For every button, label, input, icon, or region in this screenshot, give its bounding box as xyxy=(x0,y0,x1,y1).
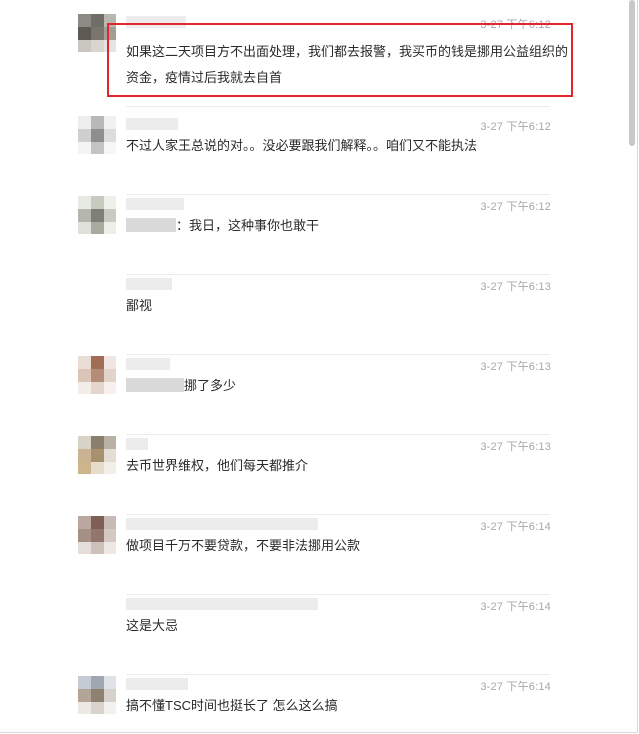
comment-item: 3-27 下午6:13 鄙视 xyxy=(0,276,627,356)
divider xyxy=(126,594,550,595)
username-redacted xyxy=(126,678,188,690)
comment-item: 3-27 下午6:14 这是大忌 xyxy=(0,596,627,676)
username-redacted xyxy=(126,518,318,530)
avatar[interactable] xyxy=(78,436,116,474)
comment-text: 做项目千万不要贷款，不要非法挪用公款 xyxy=(126,538,361,553)
timestamp: 3-27 下午6:13 xyxy=(480,441,551,453)
avatar[interactable] xyxy=(78,516,116,554)
mention-redacted xyxy=(126,218,176,232)
comment-item: 3-27 下午6:14 搞不懂TSC时间也挺长了 怎么这么搞 xyxy=(0,676,627,732)
divider xyxy=(126,354,550,355)
comment-item: 3-27 下午6:12 不过人家王总说的对。。没必要跟我们解释。。咱们又不能执法 xyxy=(0,116,627,196)
comment-text-row: 挪了多少 xyxy=(126,375,236,397)
timestamp: 3-27 下午6:12 xyxy=(480,201,551,213)
timestamp: 3-27 下午6:14 xyxy=(480,601,551,613)
timestamp: 3-27 下午6:14 xyxy=(480,681,551,693)
avatar[interactable] xyxy=(78,116,116,154)
mention-redacted xyxy=(126,378,184,392)
comment-item: 3-27 下午6:13 去币世界维权，他们每天都推介 xyxy=(0,436,627,516)
comment-text-row: ：我日，这种事你也敢干 xyxy=(126,215,319,237)
avatar[interactable] xyxy=(78,196,116,234)
comment-item: 3-27 下午6:14 做项目千万不要贷款，不要非法挪用公款 xyxy=(0,516,627,596)
comment-item: 3-27 下午6:12 ：我日，这种事你也敢干 xyxy=(0,196,627,276)
username-redacted xyxy=(126,438,148,450)
comment-text: ：我日，这种事你也敢干 xyxy=(176,218,320,233)
username-redacted xyxy=(126,198,184,210)
vertical-scrollbar[interactable] xyxy=(627,0,637,732)
divider xyxy=(126,106,550,107)
avatar[interactable] xyxy=(78,676,116,714)
timestamp: 3-27 下午6:13 xyxy=(480,361,551,373)
comment-text: 不过人家王总说的对。。没必要跟我们解释。。咱们又不能执法 xyxy=(126,138,478,153)
comment-text: 挪了多少 xyxy=(184,378,237,393)
username-redacted xyxy=(126,358,170,370)
comment-text: 去币世界维权，他们每天都推介 xyxy=(126,458,309,473)
scrollbar-thumb[interactable] xyxy=(629,0,635,146)
username-redacted xyxy=(126,598,318,610)
divider xyxy=(126,194,550,195)
comment-text: 鄙视 xyxy=(126,298,153,313)
comment-item: 3-27 下午6:13 挪了多少 xyxy=(0,356,627,436)
timestamp: 3-27 下午6:14 xyxy=(480,521,551,533)
timestamp: 3-27 下午6:12 xyxy=(480,121,551,133)
comment-window: 3-27 下午6:12 如果这二天项目方不出面处理，我们都去报警，我买币的钱是挪… xyxy=(0,0,638,733)
comment-text: 搞不懂TSC时间也挺长了 怎么这么搞 xyxy=(126,698,338,713)
avatar[interactable] xyxy=(78,356,116,394)
divider xyxy=(126,434,550,435)
comment-text: 这是大忌 xyxy=(126,618,179,633)
highlight-annotation xyxy=(107,23,573,97)
timestamp: 3-27 下午6:13 xyxy=(480,281,551,293)
divider xyxy=(126,274,550,275)
username-redacted xyxy=(126,278,172,290)
divider xyxy=(126,674,550,675)
username-redacted xyxy=(126,118,178,130)
divider xyxy=(126,514,550,515)
comment-list: 3-27 下午6:12 如果这二天项目方不出面处理，我们都去报警，我买币的钱是挪… xyxy=(0,0,627,732)
